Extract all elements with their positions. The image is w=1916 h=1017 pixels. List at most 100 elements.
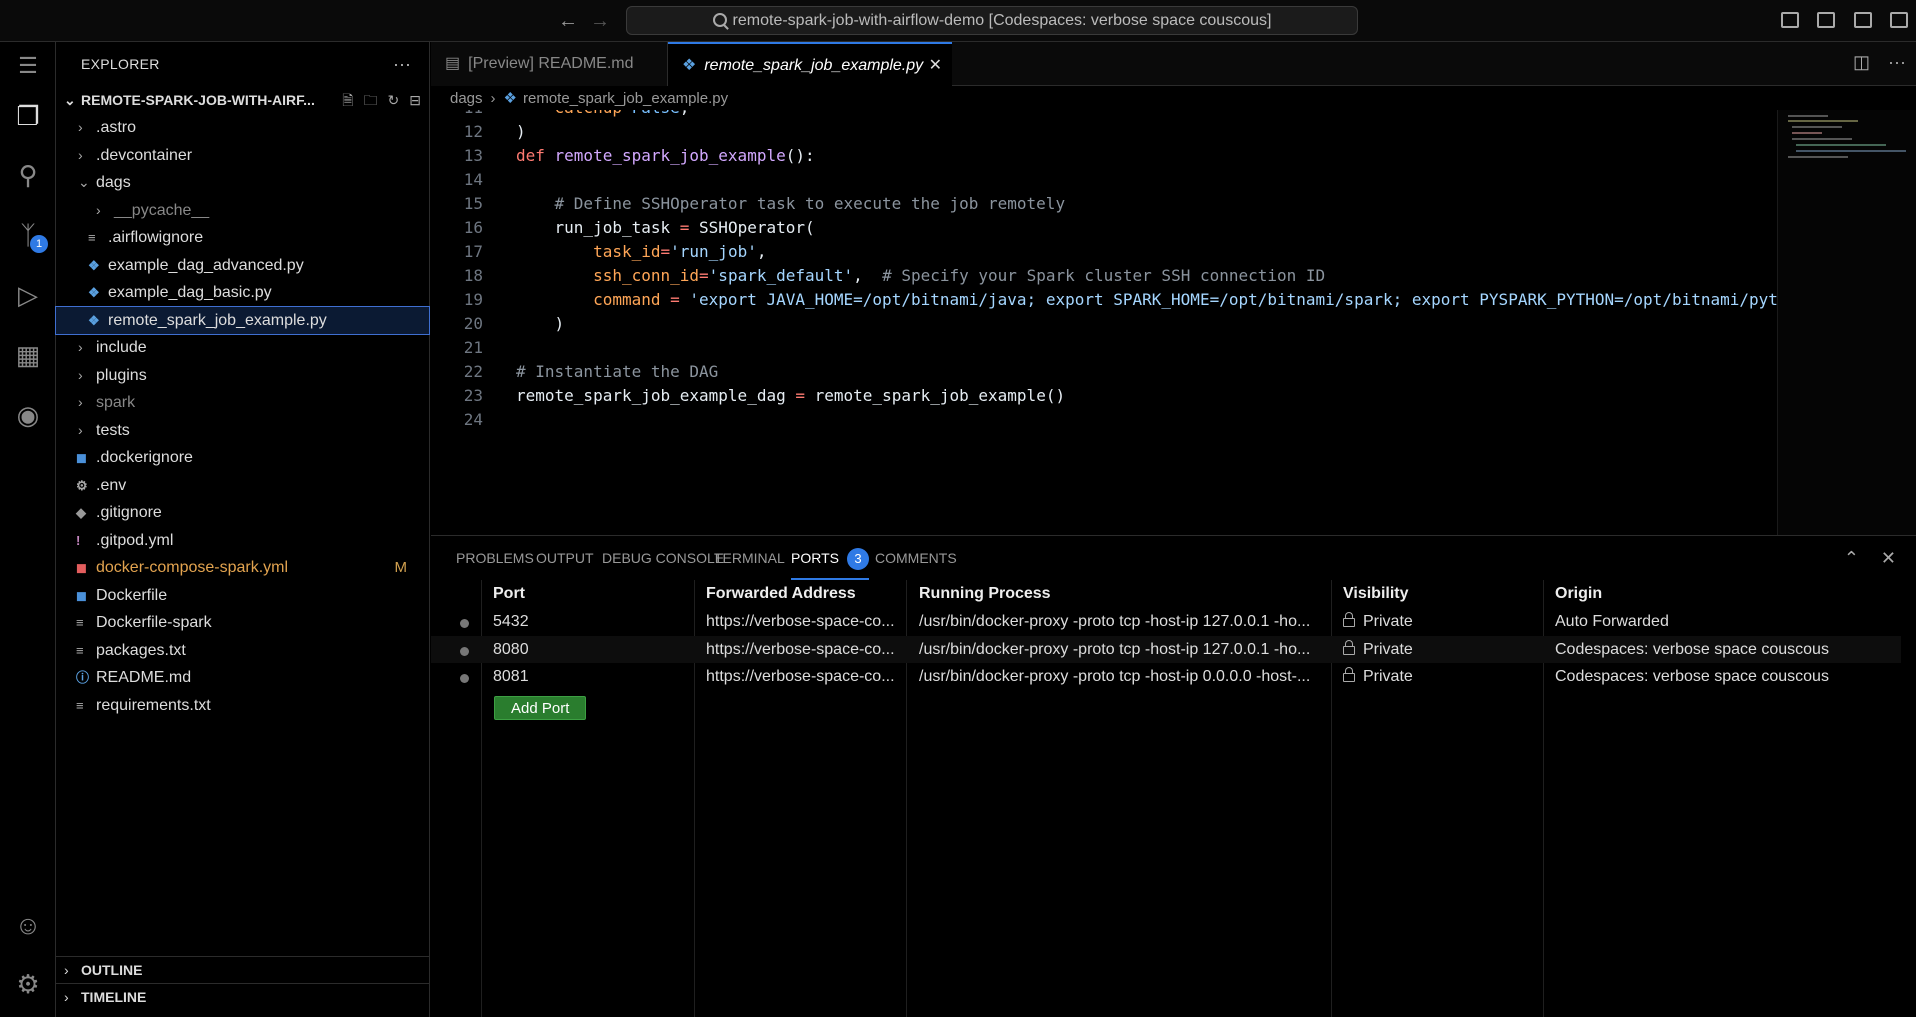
more-actions-icon[interactable]: ··· [393, 54, 411, 75]
code-token: (): [785, 146, 815, 165]
table-row[interactable]: 8080 https://verbose-space-co... /usr/bin/… [431, 635, 1901, 664]
panel-tab-label: PROBLEMS [456, 550, 534, 566]
file-item[interactable]: ◼ docker-compose-spark.yml M [56, 554, 429, 582]
account-icon[interactable]: ☺ [10, 907, 46, 943]
column-header-process[interactable]: Running Process [919, 580, 1051, 608]
file-lines-icon: ≡ [76, 697, 84, 713]
file-item[interactable]: ❖ example_dag_advanced.py [56, 252, 429, 280]
address-cell[interactable]: https://verbose-space-co... [706, 608, 896, 636]
line-number: 17 [463, 242, 483, 261]
arrow-left-icon[interactable]: ← [558, 10, 578, 33]
file-item[interactable]: ◼ .dockerignore [56, 444, 429, 472]
tab-readme-preview[interactable]: ▤ [Preview] README.md [431, 42, 668, 86]
maximize-panel-icon[interactable]: ⌃ [1844, 548, 1859, 568]
breadcrumb-folder[interactable]: dags [450, 90, 483, 107]
tab-comments[interactable]: COMMENTS [875, 536, 957, 580]
tab-remote-spark-job[interactable]: ❖ remote_spark_job_example.py ✕ [668, 42, 952, 86]
process-cell: /usr/bin/docker-proxy -proto tcp -host-i… [919, 608, 1324, 636]
folder-item[interactable]: › __pycache__ [56, 197, 429, 225]
column-header-visibility[interactable]: Visibility [1343, 580, 1409, 608]
file-item[interactable]: ≡ requirements.txt [56, 692, 429, 720]
file-item[interactable]: ◼ Dockerfile [56, 582, 429, 610]
file-item[interactable]: ⓘ README.md [56, 664, 429, 692]
new-folder-icon[interactable]: 🗀 [364, 92, 378, 108]
file-item[interactable]: ❖ example_dag_basic.py [56, 279, 429, 307]
origin-cell: Auto Forwarded [1555, 608, 1895, 636]
extensions-icon[interactable]: ▦ [10, 337, 46, 373]
run-debug-icon[interactable]: ▷ [10, 277, 46, 313]
customize-layout-icon[interactable] [1890, 12, 1908, 28]
new-file-icon[interactable]: 🗎 [342, 92, 353, 108]
code-token: command [516, 290, 671, 309]
close-icon[interactable]: ✕ [1881, 548, 1896, 568]
settings-icon[interactable]: ⚙ [10, 966, 46, 1002]
source-control-icon[interactable]: ᛉ1 [10, 217, 48, 253]
yaml-icon: ! [76, 532, 81, 548]
folder-item[interactable]: › include [56, 334, 429, 362]
tab-ports[interactable]: PORTS 3 [791, 536, 869, 580]
explorer-sidebar: EXPLORER ··· ⌄ REMOTE-SPARK-JOB-WITH-AIR… [55, 42, 430, 1017]
cell-text: Private [1363, 668, 1413, 685]
file-item-label: .gitpod.yml [96, 531, 174, 549]
arrow-right-icon[interactable]: → [590, 10, 610, 33]
address-cell[interactable]: https://verbose-space-co... [706, 663, 896, 691]
column-header-origin[interactable]: Origin [1555, 580, 1602, 608]
command-center-label: remote-spark-job-with-airflow-demo [Code… [732, 12, 1272, 29]
folder-item[interactable]: › spark [56, 389, 429, 417]
code-text: # Instantiate the DAG [516, 360, 718, 384]
folder-item[interactable]: ⌄ dags [56, 169, 429, 197]
file-item[interactable]: ❖ remote_spark_job_example.py [55, 305, 430, 335]
line-number: 24 [463, 410, 483, 429]
file-item[interactable]: ◆ .gitignore [56, 499, 429, 527]
folder-item[interactable]: › .astro [56, 114, 429, 142]
chevron-right-icon: › [64, 962, 69, 978]
tab-debug-console[interactable]: DEBUG CONSOLE [602, 536, 724, 580]
address-cell[interactable]: https://verbose-space-co... [706, 636, 896, 664]
file-item-label: Dockerfile-spark [96, 614, 212, 631]
code-editor[interactable]: 11 catchup=False,12)13def remote_spark_j… [431, 110, 1777, 535]
file-item-label: example_dag_advanced.py [108, 256, 304, 274]
more-actions-icon[interactable]: ··· [1888, 52, 1906, 72]
menu-icon[interactable]: ☰ [10, 48, 46, 84]
preview-icon: ▤ [445, 55, 461, 72]
search-icon[interactable]: ⚲ [10, 157, 46, 193]
panel-tab-label: TERMINAL [714, 550, 785, 566]
tab-problems[interactable]: PROBLEMS [456, 536, 534, 580]
add-port-button[interactable]: Add Port [494, 695, 587, 720]
toggle-secondary-sidebar-icon[interactable] [1853, 12, 1872, 28]
files-icon[interactable]: ❐ [10, 98, 46, 134]
file-item[interactable]: ⚙ .env [56, 472, 429, 500]
table-row[interactable]: 5432 https://verbose-space-co... /usr/bin/… [431, 608, 1901, 636]
refresh-icon[interactable]: ↻ [388, 92, 400, 108]
tab-terminal[interactable]: TERMINAL [714, 536, 785, 580]
title-bar: ← → remote-spark-job-with-airflow-demo [… [0, 0, 1916, 42]
minimap[interactable] [1777, 110, 1916, 535]
command-center[interactable]: remote-spark-job-with-airflow-demo [Code… [626, 6, 1358, 35]
folder-item[interactable]: › tests [56, 417, 429, 445]
column-header-port[interactable]: Port [493, 580, 525, 608]
toggle-panel-icon[interactable] [1817, 12, 1836, 28]
tab-label: [Preview] README.md [468, 55, 634, 72]
outline-section[interactable]: › OUTLINE [56, 956, 429, 983]
toggle-primary-sidebar-icon[interactable] [1780, 12, 1799, 28]
workspace-root[interactable]: ⌄ REMOTE-SPARK-JOB-WITH-AIRF... 🗎 🗀 ↻ ⊟ [56, 86, 429, 114]
folder-item[interactable]: › .devcontainer [56, 142, 429, 170]
folder-item[interactable]: › plugins [56, 362, 429, 390]
breadcrumb-file[interactable]: remote_spark_job_example.py [523, 90, 728, 107]
file-item-label: __pycache__ [114, 201, 210, 219]
python-icon: ❖ [682, 57, 697, 74]
timeline-section[interactable]: › TIMELINE [56, 983, 429, 1010]
tab-output[interactable]: OUTPUT [536, 536, 594, 580]
line-number: 19 [463, 290, 483, 309]
github-icon[interactable]: ◉ [10, 397, 46, 433]
file-item[interactable]: ! .gitpod.yml [56, 527, 429, 555]
file-item[interactable]: ≡ .airflowignore [56, 224, 429, 252]
column-header-address[interactable]: Forwarded Address [706, 580, 856, 608]
split-editor-icon[interactable]: ◫ [1853, 52, 1870, 72]
close-icon[interactable]: ✕ [929, 44, 942, 88]
file-item[interactable]: ≡ packages.txt [56, 637, 429, 665]
file-item[interactable]: ≡ Dockerfile-spark [56, 609, 429, 637]
table-row[interactable]: 8081 https://verbose-space-co... /usr/bin/… [431, 663, 1901, 691]
info-icon: ⓘ [76, 670, 90, 685]
collapse-all-icon[interactable]: ⊟ [409, 92, 421, 108]
